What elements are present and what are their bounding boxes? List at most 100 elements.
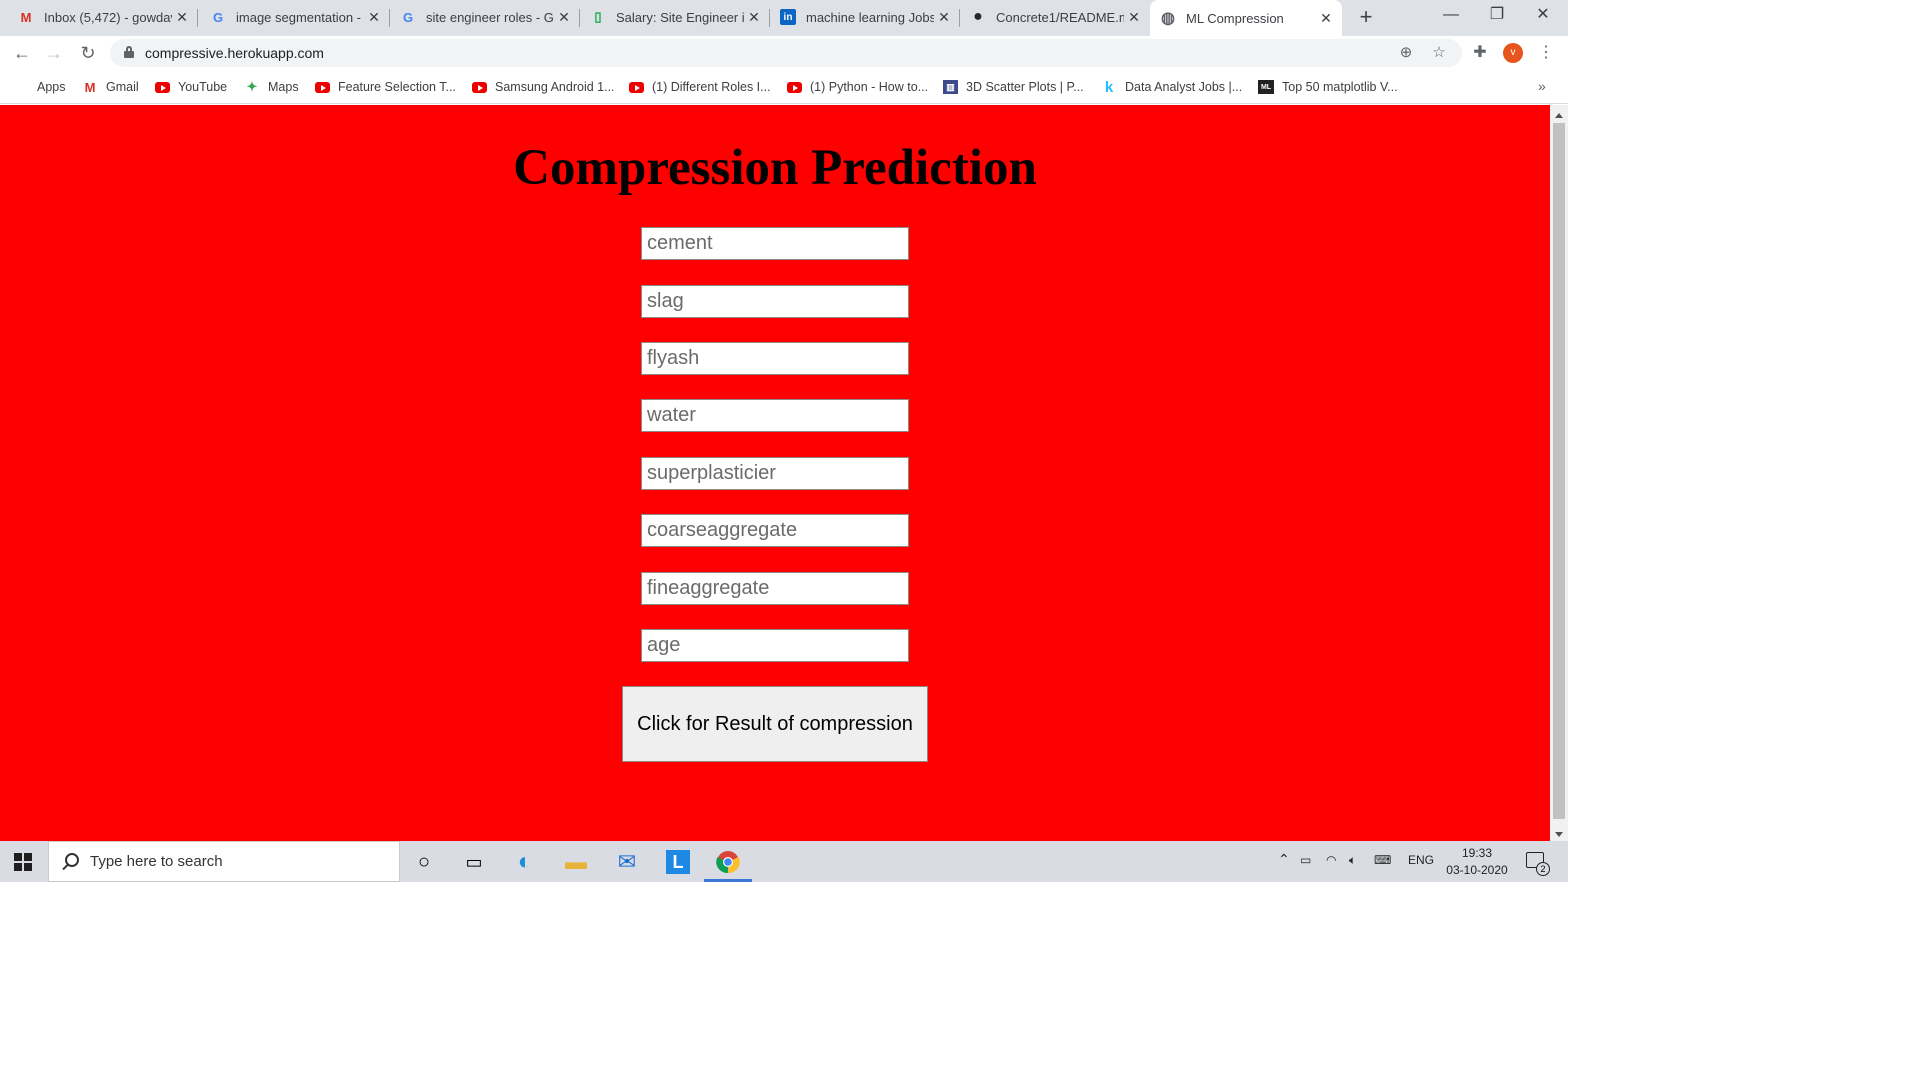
close-tab-icon[interactable]: ✕ (934, 9, 954, 26)
google-icon: G (212, 9, 224, 25)
cortana-icon[interactable]: ○ (404, 846, 444, 878)
browser-tab[interactable]: G site engineer roles - Go ✕ (390, 0, 580, 34)
close-tab-icon[interactable]: ✕ (554, 9, 574, 26)
cement-input[interactable] (641, 227, 909, 260)
new-tab-button[interactable]: + (1352, 4, 1380, 32)
close-tab-icon[interactable]: ✕ (1316, 10, 1336, 27)
scroll-down-icon[interactable] (1555, 832, 1563, 837)
back-arrow-icon[interactable]: ← (9, 40, 35, 66)
forward-arrow-icon[interactable]: → (41, 40, 67, 66)
water-input[interactable] (641, 399, 909, 432)
browser-tab-active[interactable]: ◍ ML Compression ✕ (1150, 0, 1342, 36)
superplasticizer-input[interactable] (641, 457, 909, 490)
globe-icon: ◍ (1161, 10, 1175, 27)
menu-icon[interactable]: ⋮ (1533, 40, 1559, 66)
gmail-icon: M (84, 79, 96, 95)
reload-icon[interactable]: ↻ (75, 40, 101, 66)
windows-start-icon[interactable] (14, 853, 32, 871)
kaggle-icon: k (1104, 78, 1114, 96)
tab-title: Concrete1/README.md (996, 9, 1124, 25)
bookmark-item[interactable]: ▥ 3D Scatter Plots | P... (943, 78, 1084, 96)
bookmark-item[interactable]: (1) Python - How to... (787, 78, 928, 96)
url-text[interactable]: compressive.herokuapp.com (145, 45, 324, 61)
bookmark-youtube[interactable]: YouTube (155, 78, 227, 96)
extensions-icon[interactable]: ✚ (1467, 40, 1493, 66)
bookmark-item[interactable]: Samsung Android 1... (472, 78, 615, 96)
tab-strip: M Inbox (5,472) - gowdav ✕ G image segme… (0, 0, 1568, 36)
page-title: Compression Prediction (513, 140, 1037, 196)
file-explorer-icon[interactable]: ▬ (556, 846, 596, 878)
browser-tab[interactable]: G image segmentation - C ✕ (200, 0, 390, 34)
edge-icon[interactable]: ◐ (505, 846, 545, 878)
coarse-aggregate-input[interactable] (641, 514, 909, 547)
close-tab-icon[interactable]: ✕ (744, 9, 764, 26)
page-scrollbar[interactable] (1550, 105, 1568, 841)
profile-avatar[interactable]: v (1503, 43, 1523, 63)
chrome-icon[interactable] (704, 846, 752, 882)
bookmark-item[interactable]: (1) Different Roles I... (629, 78, 771, 96)
plotly-icon: ▥ (943, 80, 958, 94)
browser-tab[interactable]: ● Concrete1/README.md ✕ (960, 0, 1150, 34)
taskbar-search-box[interactable]: Type here to search (48, 841, 400, 882)
app-l-icon[interactable]: L (658, 846, 698, 878)
slag-input[interactable] (641, 285, 909, 318)
bookmark-item[interactable]: ML Top 50 matplotlib V... (1258, 78, 1398, 96)
bookmark-item[interactable]: Feature Selection T... (315, 78, 456, 96)
tab-title: Inbox (5,472) - gowdav (44, 9, 172, 25)
bookmarks-bar: Apps M Gmail YouTube ✦ Maps Feature Sele… (0, 70, 1568, 104)
youtube-icon (629, 81, 644, 93)
minimize-button[interactable]: — (1428, 0, 1474, 32)
youtube-icon (472, 81, 487, 93)
address-bar[interactable]: compressive.herokuapp.com ⊕ ☆ (110, 39, 1462, 67)
scroll-up-icon[interactable] (1555, 113, 1563, 118)
restore-button[interactable]: ❐ (1474, 0, 1520, 32)
bookmark-star-icon[interactable]: ☆ (1429, 43, 1449, 63)
age-input[interactable] (641, 629, 909, 662)
glassdoor-icon: ▯ (594, 9, 602, 24)
bookmark-apps[interactable]: Apps (16, 78, 66, 96)
taskbar-search-placeholder: Type here to search (90, 853, 223, 870)
flyash-input[interactable] (641, 342, 909, 375)
notification-count-badge: 2 (1536, 862, 1550, 876)
bookmark-gmail[interactable]: M Gmail (82, 78, 139, 96)
task-view-icon[interactable]: ▭ (454, 846, 494, 878)
browser-tab[interactable]: in machine learning Jobs ✕ (770, 0, 960, 34)
fine-aggregate-input[interactable] (641, 572, 909, 605)
search-icon (65, 853, 79, 867)
ml-icon: ML (1258, 80, 1274, 94)
apps-grid-icon (16, 80, 29, 94)
tray-chevron-icon[interactable]: ⌃ (1278, 851, 1290, 868)
browser-tab[interactable]: M Inbox (5,472) - gowdav ✕ (8, 0, 198, 34)
google-icon: G (402, 9, 414, 25)
predict-submit-button[interactable]: Click for Result of compression (622, 686, 928, 762)
taskbar-clock[interactable]: 19:33 03-10-2020 (1444, 845, 1510, 879)
keyboard-icon[interactable]: ⌨ (1374, 853, 1391, 867)
bookmarks-overflow-icon[interactable]: » (1538, 78, 1546, 94)
scrollbar-thumb[interactable] (1553, 123, 1565, 819)
close-tab-icon[interactable]: ✕ (1124, 9, 1144, 26)
tab-title: Salary: Site Engineer in (616, 9, 744, 25)
bookmark-maps[interactable]: ✦ Maps (244, 78, 299, 96)
battery-icon[interactable]: ▭ (1300, 853, 1311, 867)
language-indicator[interactable]: ENG (1408, 853, 1434, 867)
youtube-icon (787, 81, 802, 93)
youtube-icon (315, 81, 330, 93)
mail-icon[interactable]: ✉ (607, 846, 647, 878)
zoom-icon[interactable]: ⊕ (1396, 43, 1416, 63)
clock-time: 19:33 (1461, 846, 1493, 860)
close-tab-icon[interactable]: ✕ (172, 9, 192, 26)
youtube-icon (155, 81, 170, 93)
tab-title: image segmentation - C (236, 9, 364, 25)
wifi-icon[interactable]: ◠ (1326, 853, 1336, 867)
github-icon: ● (973, 8, 983, 25)
gmail-icon: M (20, 9, 32, 25)
close-window-button[interactable]: ✕ (1520, 0, 1566, 32)
browser-tab[interactable]: ▯ Salary: Site Engineer in ✕ (580, 0, 770, 34)
tab-title: site engineer roles - Go (426, 9, 554, 25)
clock-date: 03-10-2020 (1446, 863, 1508, 877)
close-tab-icon[interactable]: ✕ (364, 9, 384, 26)
volume-icon[interactable]: 🔈︎ (1349, 853, 1356, 868)
page-content: Compression Prediction Click for Result … (0, 105, 1550, 841)
bookmark-item[interactable]: k Data Analyst Jobs |... (1101, 78, 1242, 96)
lock-icon[interactable] (124, 46, 134, 58)
